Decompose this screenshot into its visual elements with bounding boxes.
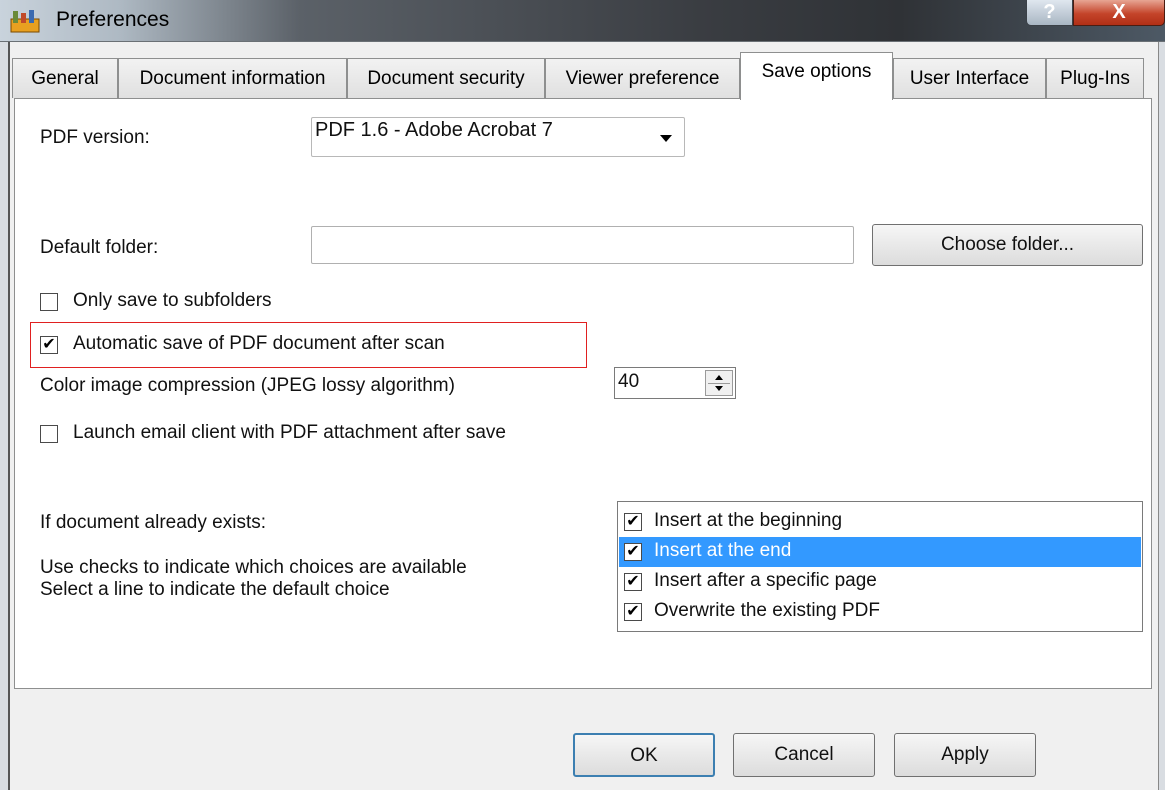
list-item-label: Insert at the beginning	[654, 510, 843, 531]
window-frame-left	[0, 42, 10, 790]
cancel-button[interactable]: Cancel	[733, 733, 875, 777]
stepper-divider	[708, 383, 730, 384]
choose-folder-button[interactable]: Choose folder...	[872, 224, 1143, 266]
default-folder-input[interactable]	[311, 226, 854, 264]
window-title: Preferences	[56, 8, 170, 31]
window-frame-right	[1158, 42, 1165, 790]
default-folder-label: Default folder:	[40, 237, 159, 258]
list-item-label: Insert after a specific page	[654, 570, 877, 591]
list-item-checkbox[interactable]: ✔	[624, 603, 642, 621]
launch-email-checkbox[interactable]	[40, 425, 58, 443]
tab-save-options[interactable]: Save options	[740, 52, 893, 100]
auto-save-checkbox[interactable]: ✔	[40, 336, 58, 354]
tab-viewer-preference[interactable]: Viewer preference	[545, 58, 740, 98]
list-item-checkbox[interactable]: ✔	[624, 573, 642, 591]
list-item[interactable]: ✔ Insert at the end	[619, 537, 1141, 567]
compression-label: Color image compression (JPEG lossy algo…	[40, 375, 455, 396]
tab-plug-ins[interactable]: Plug-Ins	[1046, 58, 1144, 98]
tab-user-interface[interactable]: User Interface	[893, 58, 1046, 98]
list-item-label: Insert at the end	[654, 540, 792, 561]
exists-choices-list[interactable]: ✔ Insert at the beginning ✔ Insert at th…	[617, 501, 1143, 632]
list-item[interactable]: ✔ Insert at the beginning	[619, 507, 1141, 537]
close-icon: X	[1112, 1, 1126, 23]
arrow-up-icon[interactable]	[715, 375, 723, 380]
tab-document-security[interactable]: Document security	[347, 58, 545, 98]
list-item[interactable]: ✔ Overwrite the existing PDF	[619, 597, 1141, 627]
launch-email-label: Launch email client with PDF attachment …	[73, 422, 506, 443]
exists-label: If document already exists:	[40, 512, 266, 533]
tab-general[interactable]: General	[12, 58, 118, 98]
list-item[interactable]: ✔ Insert after a specific page	[619, 567, 1141, 597]
stepper-buttons[interactable]	[705, 370, 733, 396]
apply-button[interactable]: Apply	[894, 733, 1036, 777]
title-bar[interactable]: Preferences ? X	[0, 0, 1165, 42]
only-subfolders-checkbox[interactable]	[40, 293, 58, 311]
pdf-version-label: PDF version:	[40, 127, 150, 148]
only-subfolders-label: Only save to subfolders	[73, 290, 272, 311]
ok-button[interactable]: OK	[573, 733, 715, 777]
compression-value: 40	[618, 371, 640, 392]
app-icon	[10, 10, 40, 33]
chevron-down-icon	[660, 135, 672, 142]
list-item-checkbox[interactable]: ✔	[624, 513, 642, 531]
help-button[interactable]: ?	[1026, 0, 1073, 26]
pdf-version-value: PDF 1.6 - Adobe Acrobat 7	[315, 119, 553, 141]
list-item-label: Overwrite the existing PDF	[654, 600, 880, 621]
help-icon: ?	[1043, 1, 1056, 23]
pdf-version-select[interactable]: PDF 1.6 - Adobe Acrobat 7	[311, 117, 685, 157]
close-button[interactable]: X	[1073, 0, 1165, 26]
compression-stepper[interactable]: 40	[614, 367, 736, 399]
list-item-checkbox[interactable]: ✔	[624, 543, 642, 561]
auto-save-label: Automatic save of PDF document after sca…	[73, 333, 445, 354]
arrow-down-icon[interactable]	[715, 386, 723, 391]
exists-hint-line1: Use checks to indicate which choices are…	[40, 557, 467, 578]
exists-hint-line2: Select a line to indicate the default ch…	[40, 579, 390, 600]
tab-document-information[interactable]: Document information	[118, 58, 347, 98]
